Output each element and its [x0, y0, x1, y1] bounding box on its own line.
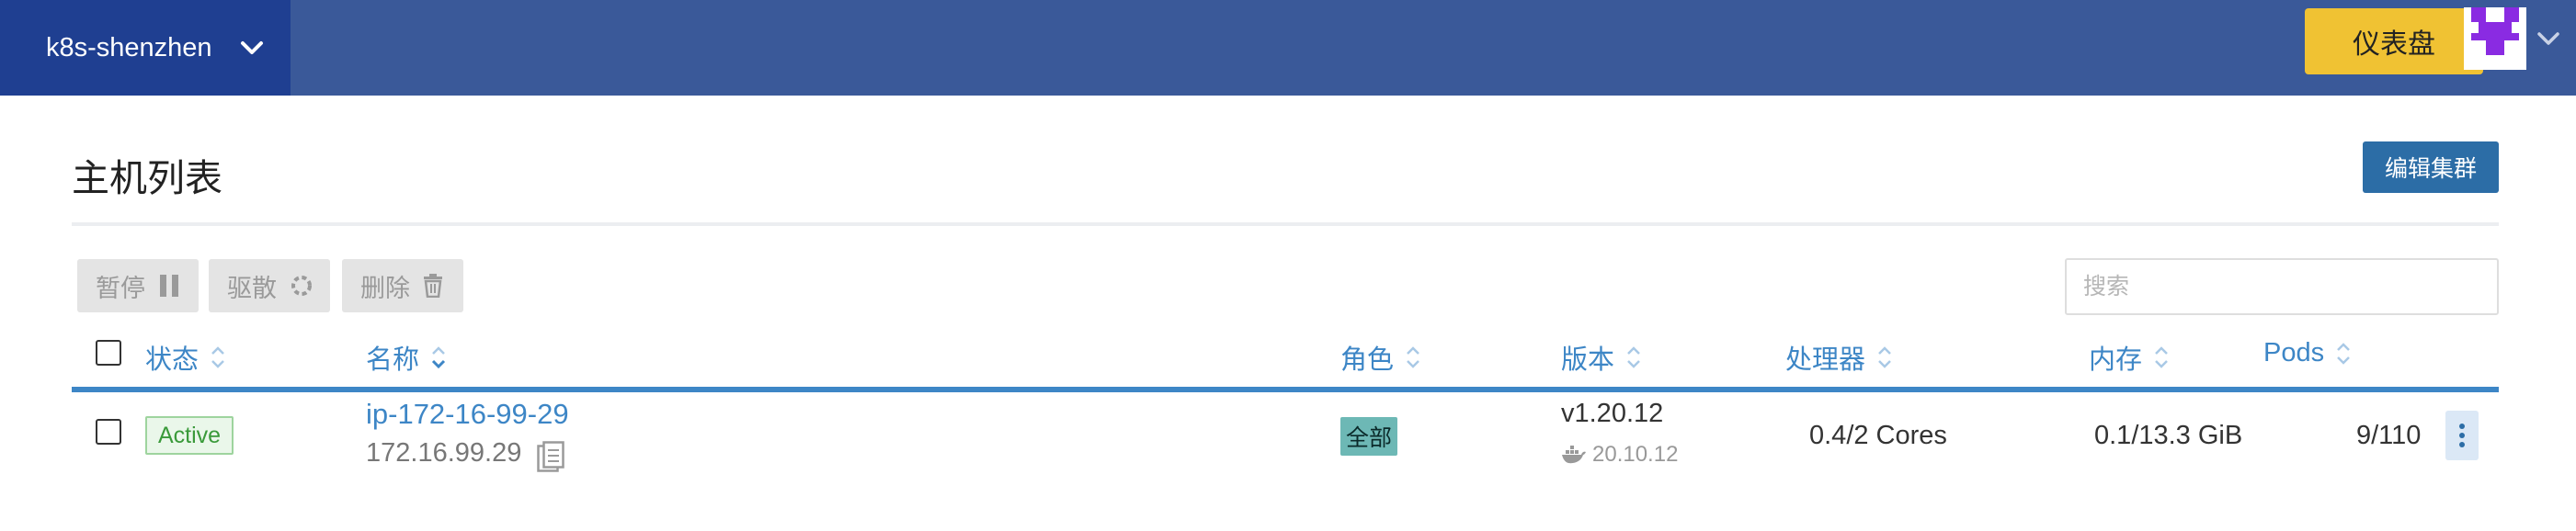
main-content: 主机列表 编辑集群 暂停 驱散 删除 状态 [0, 96, 2576, 531]
drain-icon [291, 276, 312, 296]
avatar[interactable] [2464, 7, 2526, 70]
delete-label: 删除 [360, 274, 410, 302]
chevron-down-icon[interactable] [2530, 20, 2567, 57]
column-header-pods[interactable]: Pods [2263, 338, 2352, 368]
drain-label: 驱散 [227, 274, 277, 302]
title-divider [72, 222, 2499, 226]
pause-icon [160, 275, 178, 297]
docker-version: 20.10.12 [1592, 442, 1679, 467]
kebab-icon [2459, 424, 2465, 447]
cluster-switcher[interactable]: k8s-shenzhen [0, 0, 291, 96]
column-header-cpu[interactable]: 处理器 [1785, 338, 1893, 377]
sort-icon [2337, 342, 2350, 365]
pause-button[interactable]: 暂停 [77, 259, 199, 312]
table-header-divider [72, 387, 2499, 392]
drain-button[interactable]: 驱散 [209, 259, 330, 312]
column-label: 状态 [145, 345, 199, 375]
column-header-memory[interactable]: 内存 [2089, 338, 2170, 377]
sort-icon [1627, 346, 1640, 368]
row-actions-button[interactable] [2445, 411, 2479, 460]
sort-icon [1878, 346, 1891, 368]
column-label: 版本 [1561, 345, 1615, 375]
cpu-usage: 0.4/2 Cores [1809, 421, 1947, 450]
sort-icon [431, 346, 446, 369]
node-ip: 172.16.99.29 [366, 438, 522, 468]
column-header-status[interactable]: 状态 [145, 338, 226, 377]
node-name-link[interactable]: ip-172-16-99-29 [366, 398, 569, 431]
search-input[interactable] [2065, 258, 2499, 315]
memory-usage: 0.1/13.3 GiB [2094, 421, 2243, 450]
page-title: 主机列表 [72, 157, 222, 199]
top-bar: k8s-shenzhen 仪表盘 [0, 0, 2576, 96]
role-badge: 全部 [1340, 417, 1398, 456]
pause-label: 暂停 [96, 274, 145, 302]
row-checkbox[interactable] [96, 419, 121, 445]
column-header-role[interactable]: 角色 [1340, 338, 1421, 377]
column-label: 内存 [2089, 345, 2143, 375]
kubernetes-version: v1.20.12 [1561, 399, 1664, 428]
sort-icon [2155, 346, 2168, 368]
column-header-version[interactable]: 版本 [1561, 338, 1642, 377]
chevron-down-icon [241, 41, 263, 54]
docker-icon [1562, 446, 1586, 464]
column-label: 角色 [1340, 345, 1395, 375]
status-badge: Active [145, 416, 234, 455]
edit-cluster-button[interactable]: 编辑集群 [2363, 141, 2499, 193]
column-label: 名称 [366, 345, 420, 375]
avatar-icon [2464, 7, 2526, 70]
pods-usage: 9/110 [2356, 421, 2422, 450]
select-all-checkbox[interactable] [96, 340, 121, 366]
column-label: 处理器 [1785, 345, 1866, 375]
delete-button[interactable]: 删除 [342, 259, 463, 312]
trash-icon [424, 274, 442, 298]
column-header-name[interactable]: 名称 [366, 338, 447, 377]
cluster-name: k8s-shenzhen [46, 32, 212, 62]
sort-icon [1407, 346, 1419, 368]
column-label: Pods [2263, 338, 2325, 367]
copy-icon[interactable] [537, 441, 564, 472]
sort-icon [211, 346, 224, 368]
dashboard-button[interactable]: 仪表盘 [2305, 8, 2483, 74]
